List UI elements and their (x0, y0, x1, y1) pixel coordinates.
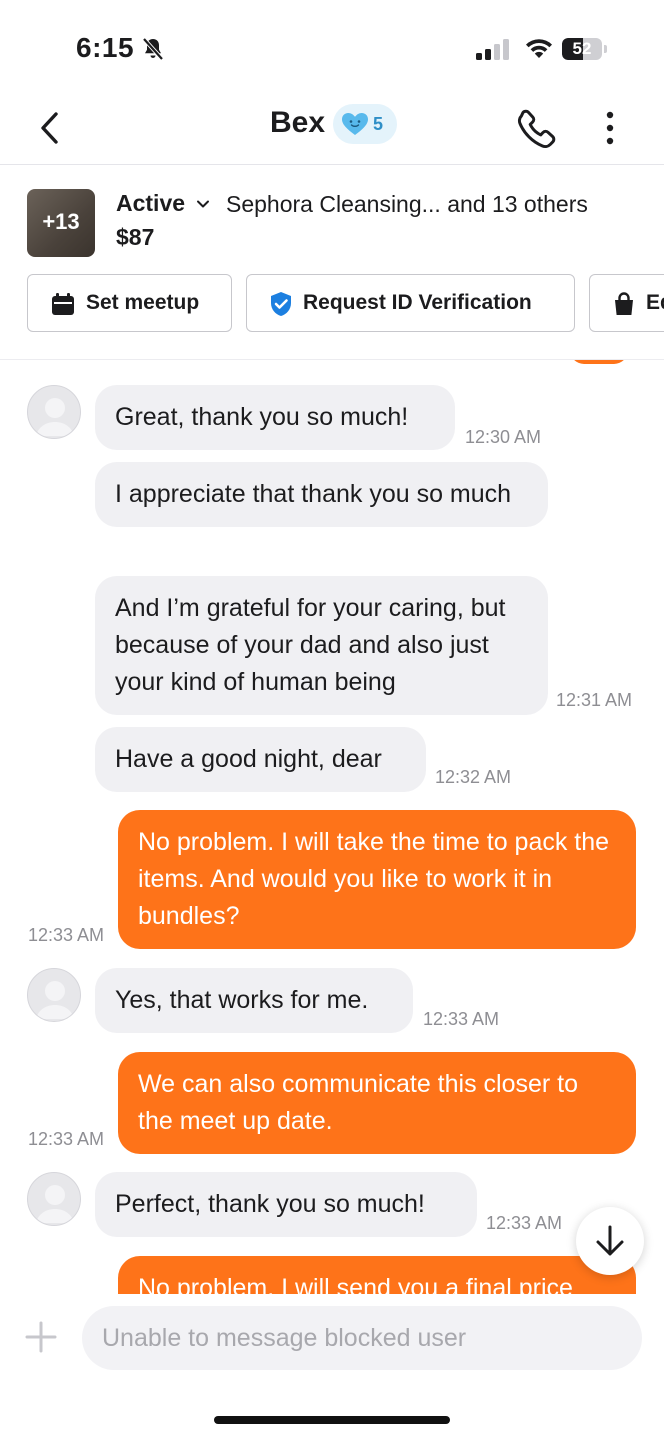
message-bubble-incoming[interactable]: Perfect, thank you so much! (95, 1172, 477, 1237)
heart-face-icon (342, 113, 368, 135)
set-meetup-label: Set meetup (86, 291, 200, 314)
message-bubble-incoming[interactable]: I appreciate that thank you so much (95, 462, 548, 527)
request-id-verification-label: Request ID Verification (303, 291, 532, 314)
listing-price: $87 (116, 224, 155, 250)
message-timestamp: 12:33 AM (28, 1129, 105, 1149)
listing-title[interactable]: Sephora Cleansing... and 13 others (226, 191, 588, 218)
listing-status[interactable]: Active (116, 190, 185, 217)
phone-icon[interactable] (514, 106, 560, 152)
default-avatar-icon (36, 398, 74, 436)
calendar-icon (52, 293, 74, 315)
message-timestamp: 12:33 AM (486, 1213, 563, 1233)
scroll-to-bottom-button[interactable] (576, 1207, 644, 1275)
arrow-down-icon (596, 1225, 624, 1256)
message-timestamp: 12:32 AM (435, 767, 512, 787)
request-id-verification-button[interactable]: Request ID Verification (246, 274, 575, 332)
previous-message-bubble-edge (570, 360, 628, 364)
message-timestamp: 12:31 AM (556, 690, 633, 710)
shield-check-icon (271, 292, 291, 316)
badge-count: 5 (373, 114, 384, 134)
thumbnail-count-label: +13 (42, 209, 80, 234)
set-meetup-button[interactable]: Set meetup (27, 274, 232, 332)
message-bubble-outgoing[interactable]: No problem. I will take the time to pack… (118, 810, 636, 949)
battery-indicator: 52 (562, 38, 608, 60)
third-action-button[interactable]: Ed (589, 274, 664, 332)
status-time: 6:15 (76, 32, 135, 63)
more-options-icon[interactable] (596, 108, 624, 148)
listing-thumbnail[interactable]: +13 (27, 189, 95, 257)
cellular-signal-icon (476, 39, 509, 60)
conversation-title[interactable]: Bex (270, 106, 325, 140)
default-avatar-icon (36, 981, 74, 1019)
message-list[interactable]: Great, thank you so much! 12:30 AM I app… (0, 360, 664, 1294)
message-timestamp: 12:30 AM (465, 427, 542, 447)
message-bubble-outgoing[interactable]: We can also communicate this closer to t… (118, 1052, 636, 1154)
kindness-badge[interactable]: 5 (333, 104, 397, 144)
message-bubble-incoming[interactable]: And I’m grateful for your caring, but be… (95, 576, 548, 715)
shopping-bag-icon (615, 292, 633, 315)
message-bubble-outgoing[interactable]: No problem. I will send you a final pric… (118, 1256, 636, 1294)
chevron-down-icon[interactable] (195, 196, 211, 212)
default-avatar-icon (36, 1185, 74, 1223)
wifi-icon (526, 39, 552, 58)
home-indicator (214, 1416, 450, 1424)
add-attachment-icon[interactable] (24, 1320, 58, 1354)
sender-avatar[interactable] (27, 1172, 81, 1226)
battery-percent: 52 (572, 39, 592, 58)
bell-muted-icon (142, 37, 164, 61)
sender-avatar[interactable] (27, 385, 81, 439)
message-bubble-incoming[interactable]: Great, thank you so much! (95, 385, 455, 450)
third-action-label: Ed (646, 291, 664, 314)
header-divider (0, 164, 664, 165)
message-input[interactable] (82, 1306, 642, 1370)
message-bubble-incoming[interactable]: Yes, that works for me. (95, 968, 413, 1033)
message-timestamp: 12:33 AM (423, 1009, 500, 1029)
message-bubble-incoming[interactable]: Have a good night, dear (95, 727, 426, 792)
message-timestamp: 12:33 AM (28, 925, 105, 945)
back-button[interactable] (30, 106, 70, 150)
sender-avatar[interactable] (27, 968, 81, 1022)
